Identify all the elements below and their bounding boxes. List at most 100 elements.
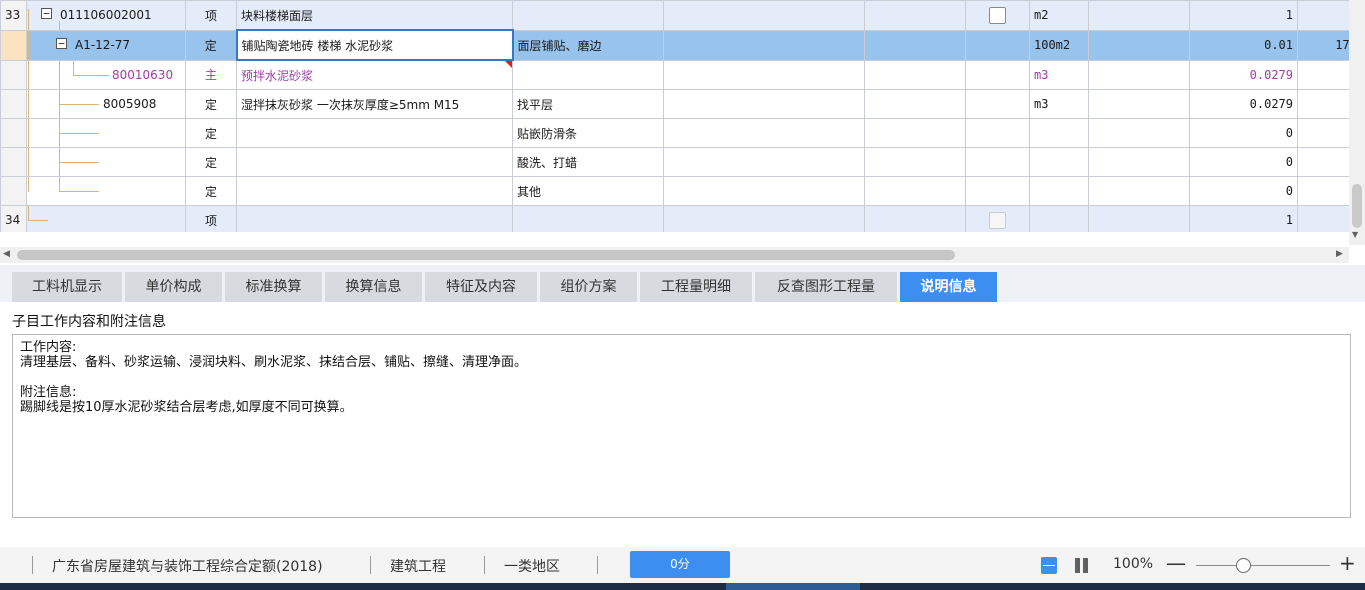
blank-cell[interactable] — [864, 59, 966, 90]
code-cell[interactable] — [26, 176, 186, 206]
region-label[interactable]: 一类地区 — [504, 556, 560, 576]
feature-cell[interactable] — [512, 59, 664, 90]
tab-graphic-quantity-lookup[interactable]: 反查图形工程量 — [755, 272, 897, 302]
code-cell[interactable]: 80010630 — [26, 59, 186, 90]
name-cell[interactable] — [236, 176, 513, 206]
blank-cell[interactable] — [965, 29, 1030, 61]
price-cell[interactable] — [1297, 205, 1349, 232]
blank-cell[interactable] — [965, 147, 1030, 177]
zoom-slider-track[interactable] — [1196, 565, 1330, 566]
feature-cell[interactable]: 其他 — [512, 176, 664, 206]
table-row[interactable]: 定 酸洗、打蜡 0 0 — [0, 147, 1349, 177]
blank-cell[interactable] — [663, 205, 865, 232]
project-type-label[interactable]: 建筑工程 — [390, 556, 446, 576]
table-row[interactable]: 8005908 定 湿拌抹灰砂浆 一次抹灰厚度≥5mm M15 找平层 m3 0… — [0, 89, 1349, 119]
quantity-cell[interactable]: 0 — [1189, 176, 1298, 206]
type-cell[interactable]: 定 — [185, 147, 237, 177]
type-cell[interactable]: 主 — [185, 59, 237, 90]
notes-textarea[interactable]: 工作内容: 清理基层、备料、砂浆运输、浸润块料、刷水泥浆、抹结合层、铺贴、擦缝、… — [12, 334, 1351, 518]
list-view-icon[interactable] — [1041, 557, 1057, 574]
name-cell[interactable]: 块料楼梯面层 — [236, 0, 513, 31]
feature-cell[interactable]: 酸洗、打蜡 — [512, 147, 664, 177]
price-cell[interactable]: 0 — [1297, 59, 1349, 90]
quantity-cell[interactable]: 0.0279 — [1189, 89, 1298, 119]
code-cell[interactable] — [26, 205, 186, 232]
quantity-cell[interactable]: 0.01 — [1189, 29, 1298, 61]
blank-cell[interactable] — [864, 0, 966, 31]
table-row[interactable]: 定 贴嵌防滑条 0 0 — [0, 118, 1349, 148]
type-cell[interactable]: 项 — [185, 0, 237, 31]
quantity-cell[interactable]: 1 — [1189, 205, 1298, 232]
tab-pricing-scheme[interactable]: 组价方案 — [540, 272, 637, 302]
blank-cell[interactable] — [663, 176, 865, 206]
checkbox-cell[interactable] — [965, 205, 1030, 232]
vertical-scroll-thumb[interactable] — [1352, 184, 1362, 228]
blank-cell[interactable] — [663, 147, 865, 177]
unit-cell[interactable]: m3 — [1029, 59, 1089, 90]
unit-cell[interactable]: 100m2 — [1029, 29, 1089, 61]
blank-cell[interactable] — [663, 59, 865, 90]
blank-cell[interactable] — [1088, 118, 1190, 148]
feature-cell[interactable] — [512, 205, 664, 232]
blank-cell[interactable] — [1088, 59, 1190, 90]
zoom-in-icon[interactable]: + — [1339, 552, 1356, 574]
row-checkbox[interactable] — [989, 211, 1006, 229]
blank-cell[interactable] — [864, 89, 966, 119]
code-cell[interactable]: 8005908 — [26, 89, 186, 119]
blank-cell[interactable] — [965, 118, 1030, 148]
horizontal-scrollbar[interactable]: ◀ ▶ — [0, 247, 1349, 263]
unit-cell[interactable] — [1029, 147, 1089, 177]
column-view-icon[interactable] — [1075, 558, 1089, 573]
blank-cell[interactable] — [663, 29, 865, 61]
blank-cell[interactable] — [1088, 205, 1190, 232]
scroll-left-arrow-icon[interactable]: ◀ — [3, 249, 10, 259]
name-cell[interactable] — [236, 205, 513, 232]
name-cell[interactable]: 预拌水泥砂浆 — [236, 59, 513, 90]
table-row[interactable]: 34 项 1 — [0, 205, 1349, 232]
type-cell[interactable]: 定 — [185, 176, 237, 206]
blank-cell[interactable] — [864, 176, 966, 206]
scroll-down-arrow-icon[interactable]: ▼ — [1352, 230, 1358, 239]
table-row[interactable]: − A1-12-77 定 铺贴陶瓷地砖 楼梯 水泥砂浆 面层铺贴、磨边 100m… — [0, 29, 1349, 61]
code-cell[interactable]: − A1-12-77 — [26, 29, 186, 61]
blank-cell[interactable] — [864, 147, 966, 177]
quantity-cell[interactable]: 0 — [1189, 118, 1298, 148]
collapse-toggle-icon[interactable]: − — [41, 8, 52, 19]
code-cell[interactable] — [26, 118, 186, 148]
price-cell[interactable]: 17533.08 — [1297, 29, 1349, 61]
score-button[interactable]: 0分 — [630, 551, 730, 578]
blank-cell[interactable] — [1088, 0, 1190, 31]
table-row[interactable]: 80010630 主 预拌水泥砂浆 m3 0.0279 0 — [0, 59, 1349, 90]
tab-labor-material-machine[interactable]: 工料机显示 — [12, 272, 122, 302]
vertical-scrollbar[interactable]: ▼ — [1349, 0, 1365, 245]
collapse-toggle-icon[interactable]: − — [56, 37, 67, 49]
unit-cell[interactable] — [1029, 205, 1089, 232]
type-cell[interactable]: 项 — [185, 205, 237, 232]
unit-cell[interactable]: m2 — [1029, 0, 1089, 31]
blank-cell[interactable] — [965, 89, 1030, 119]
code-cell[interactable] — [26, 147, 186, 177]
price-cell[interactable]: 308 — [1297, 89, 1349, 119]
blank-cell[interactable] — [663, 0, 865, 31]
price-cell[interactable]: 0 — [1297, 118, 1349, 148]
blank-cell[interactable] — [1088, 89, 1190, 119]
quota-standard-label[interactable]: 广东省房屋建筑与装饰工程综合定额(2018) — [52, 556, 323, 576]
tab-unit-price-composition[interactable]: 单价构成 — [125, 272, 222, 302]
blank-cell[interactable] — [864, 118, 966, 148]
table-row[interactable]: 定 其他 0 0 — [0, 176, 1349, 206]
quantity-cell[interactable]: 0 — [1189, 147, 1298, 177]
feature-cell[interactable]: 面层铺贴、磨边 — [512, 29, 664, 61]
tab-standard-conversion[interactable]: 标准换算 — [225, 272, 322, 302]
blank-cell[interactable] — [864, 29, 966, 61]
name-edit-input[interactable]: 铺贴陶瓷地砖 楼梯 水泥砂浆 — [235, 29, 514, 61]
blank-cell[interactable] — [1088, 176, 1190, 206]
tab-quantity-details[interactable]: 工程量明细 — [640, 272, 752, 302]
code-cell[interactable]: − 011106002001 — [26, 0, 186, 31]
blank-cell[interactable] — [1088, 147, 1190, 177]
tab-features-content[interactable]: 特征及内容 — [425, 272, 537, 302]
quantity-cell[interactable]: 1 — [1189, 0, 1298, 31]
blank-cell[interactable] — [965, 176, 1030, 206]
blank-cell[interactable] — [965, 59, 1030, 90]
name-cell[interactable] — [236, 118, 513, 148]
unit-cell[interactable]: m3 — [1029, 89, 1089, 119]
